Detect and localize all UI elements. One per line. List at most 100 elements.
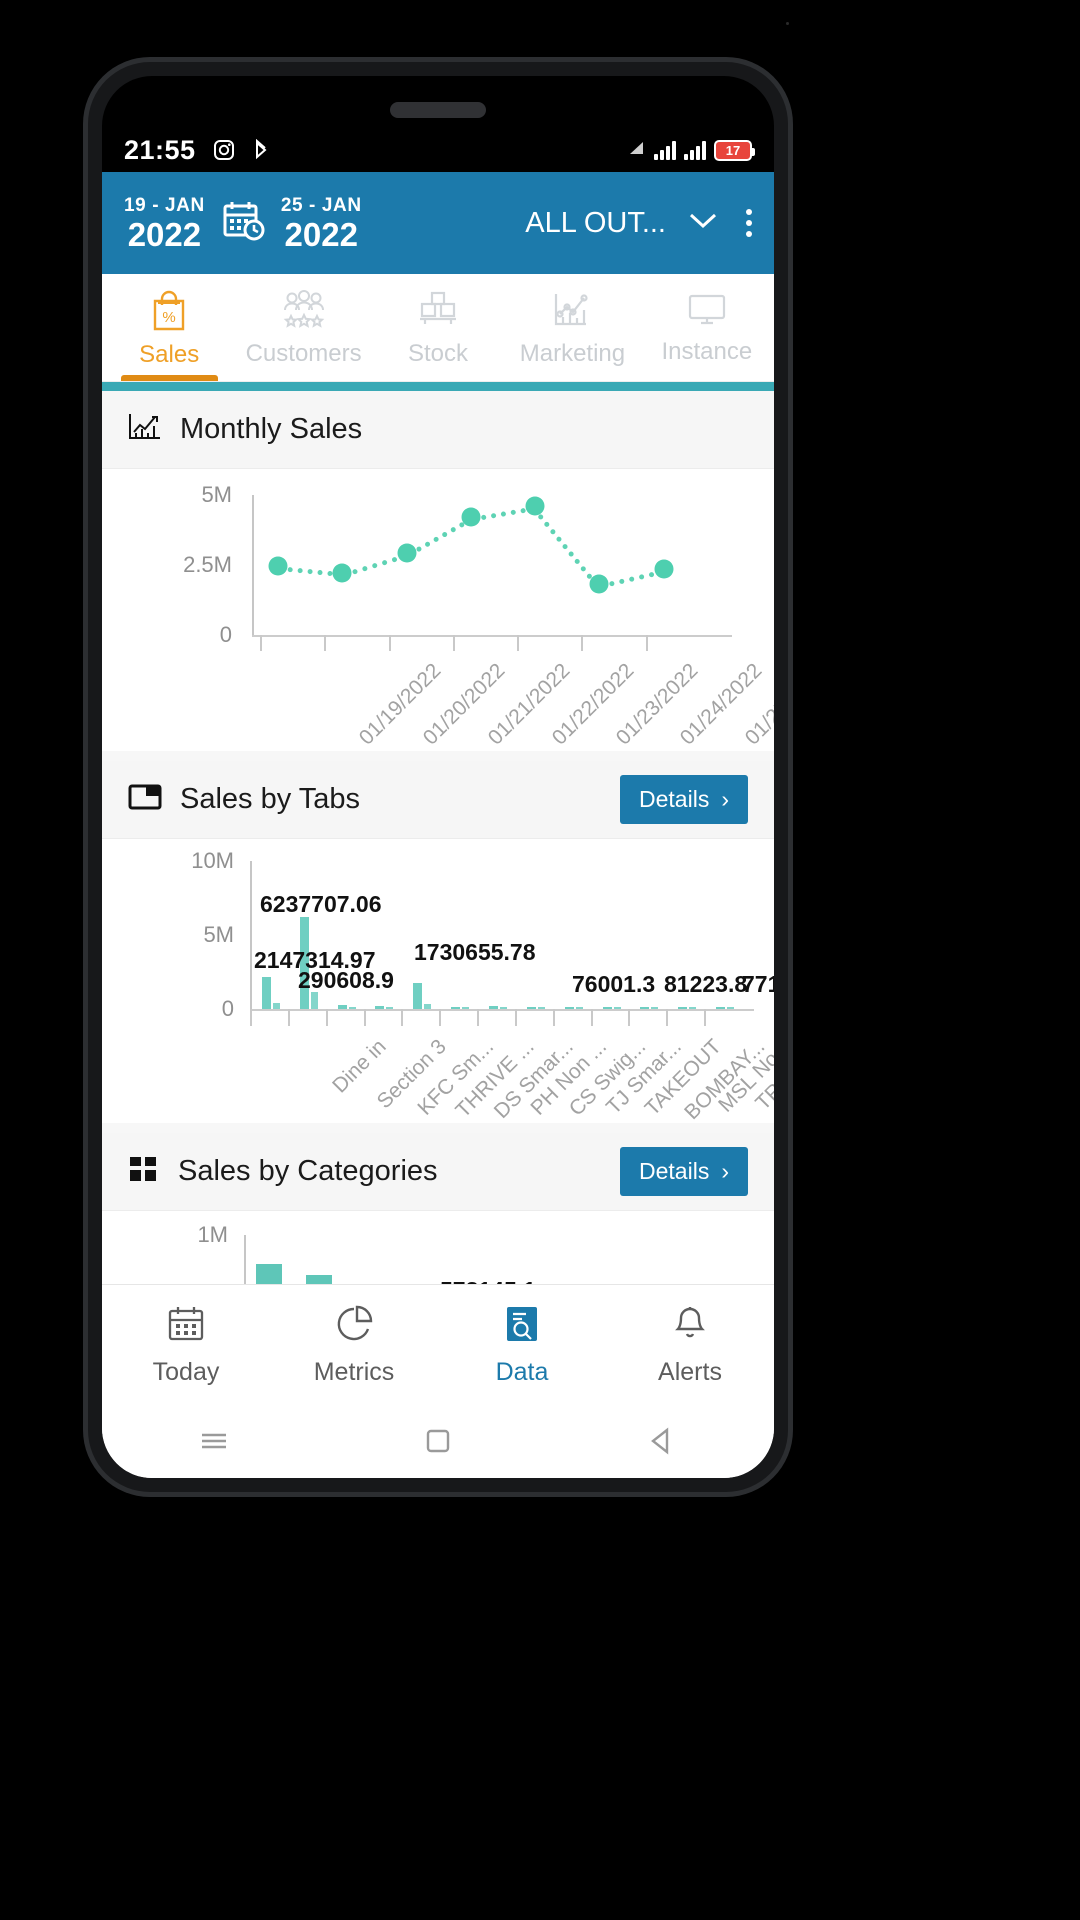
tab-sales[interactable]: % Sales (102, 274, 236, 381)
accent-strip (102, 382, 774, 391)
nav-item-metrics[interactable]: Metrics (270, 1285, 438, 1404)
bar[interactable] (413, 983, 423, 1009)
bar-secondary[interactable] (386, 1007, 394, 1009)
x-axis-tick (388, 635, 391, 651)
sales-by-categories-chart[interactable]: 1M866985.03578145.1509349.01475490.37 (102, 1211, 774, 1284)
x-axis-tick (287, 1009, 290, 1026)
y-axis (250, 861, 252, 1009)
details-button-tabs[interactable]: Details › (620, 775, 748, 824)
nav-item-alerts[interactable]: Alerts (606, 1285, 774, 1404)
start-date-block[interactable]: 19 - JAN 2022 (124, 194, 205, 252)
system-navigation-bar (102, 1404, 774, 1478)
x-axis-tick (477, 1009, 480, 1026)
nav-item-today[interactable]: Today (102, 1285, 270, 1404)
x-axis-tick (452, 635, 455, 651)
bar[interactable] (489, 1006, 498, 1009)
tab-marketing[interactable]: Marketing (505, 274, 639, 381)
x-axis-tick (590, 1009, 593, 1026)
bar[interactable] (451, 1007, 461, 1009)
x-axis-tick (552, 1009, 555, 1026)
details-button-categories[interactable]: Details › (620, 1147, 748, 1196)
home-square-icon[interactable] (326, 1424, 550, 1458)
end-date-block[interactable]: 25 - JAN 2022 (281, 194, 362, 252)
card-header: Sales by Categories Details › (102, 1133, 774, 1211)
bar[interactable] (256, 1264, 282, 1284)
data-point[interactable] (525, 496, 545, 516)
monitor-icon (685, 290, 729, 335)
back-triangle-icon[interactable] (550, 1424, 774, 1458)
bar[interactable] (526, 1007, 536, 1009)
tab-label-instance: Instance (661, 337, 753, 365)
bar[interactable] (678, 1007, 688, 1009)
bar-secondary[interactable] (310, 992, 318, 1009)
kebab-menu-icon[interactable] (746, 209, 752, 237)
bar-secondary[interactable] (613, 1007, 621, 1009)
bar-secondary[interactable] (537, 1007, 545, 1009)
card-header: Monthly Sales (102, 391, 774, 469)
phone-screen: 21:55 17 19 - JAN 2022 25 - JAN 2022 ALL… (102, 76, 774, 1478)
nav-label-metrics: Metrics (313, 1357, 395, 1386)
data-point[interactable] (268, 556, 288, 576)
data-point[interactable] (589, 574, 609, 594)
bar[interactable] (564, 1007, 574, 1009)
monthly-sales-chart[interactable]: 5M 2.5M 0 01/19/2022 01/20/2022 01/21/2022 01/… (102, 469, 774, 751)
app-header: 19 - JAN 2022 25 - JAN 2022 ALL OUT... (102, 172, 774, 274)
data-point[interactable] (332, 563, 352, 583)
data-point[interactable] (461, 507, 481, 527)
tab-label-customers: Customers (245, 339, 362, 367)
bar-value-label: 578145.1 (440, 1277, 536, 1284)
tab-instance[interactable]: Instance (640, 274, 774, 381)
bar-secondary[interactable] (500, 1007, 507, 1009)
data-point[interactable] (397, 543, 417, 563)
menu-icon[interactable] (102, 1426, 326, 1456)
outlet-filter-label: ALL OUT... (525, 206, 666, 239)
nav-item-data[interactable]: Data (438, 1285, 606, 1404)
outlet-filter-dropdown[interactable]: ALL OUT... (525, 207, 718, 240)
chevron-down-icon[interactable] (688, 211, 718, 236)
bar-value-label: 290608.9 (298, 967, 394, 993)
line-chart-icon (128, 412, 162, 447)
start-date-year: 2022 (127, 215, 202, 253)
bar[interactable] (261, 977, 271, 1009)
bar-secondary[interactable] (651, 1007, 659, 1009)
bar-secondary[interactable] (348, 1007, 356, 1009)
calendar-today-icon (164, 1303, 208, 1350)
sales-by-tabs-chart[interactable]: 10M 5M 0 Dine in Section 3 KFC Sm... THRIVE ..… (102, 839, 774, 1124)
data-arrow-icon (628, 139, 646, 162)
calendar-clock-icon[interactable] (219, 197, 267, 250)
pie-chart-icon (332, 1303, 376, 1350)
data-point[interactable] (654, 559, 674, 579)
bar[interactable] (337, 1004, 347, 1009)
line-segment (531, 505, 600, 588)
status-clock: 21:55 (124, 134, 196, 165)
bar[interactable] (716, 1007, 726, 1009)
card-header: Sales by Tabs Details › (102, 761, 774, 839)
bar-value-label: 81223.8 (664, 971, 748, 997)
bar-secondary[interactable] (727, 1007, 735, 1009)
signal-icon-2 (684, 140, 706, 160)
x-axis-tick (324, 635, 327, 651)
nav-label-data: Data (495, 1357, 549, 1386)
bar-secondary[interactable] (575, 1007, 583, 1009)
bar-secondary[interactable] (424, 1004, 432, 1009)
bar[interactable] (375, 1005, 385, 1009)
dashboard-scroll-area[interactable]: Monthly Sales 5M 2.5M 0 01/19/2022 01/20/202… (102, 391, 774, 1284)
bar-secondary[interactable] (462, 1007, 470, 1009)
end-date-daymonth: 25 - JAN (280, 194, 362, 216)
card-sales-by-categories: Sales by Categories Details › 1M866985.0… (102, 1133, 774, 1284)
bar[interactable] (305, 1275, 332, 1284)
bar-secondary[interactable] (689, 1007, 697, 1009)
bar-secondary[interactable] (272, 1003, 280, 1009)
tab-stock[interactable]: Stock (371, 274, 505, 381)
y-axis-label: 5M (203, 922, 234, 947)
notch-speaker (390, 102, 486, 118)
y-axis-label: 5M (201, 482, 232, 507)
bar[interactable] (602, 1007, 612, 1009)
details-label: Details (639, 786, 710, 812)
y-axis-label: 1M (197, 1222, 228, 1247)
bell-icon (668, 1303, 712, 1350)
bar-value-label: 7714 (742, 971, 774, 997)
tab-customers[interactable]: Customers (236, 274, 370, 381)
bar[interactable] (640, 1007, 650, 1009)
bar-value-label: 1730655.78 (414, 939, 536, 965)
